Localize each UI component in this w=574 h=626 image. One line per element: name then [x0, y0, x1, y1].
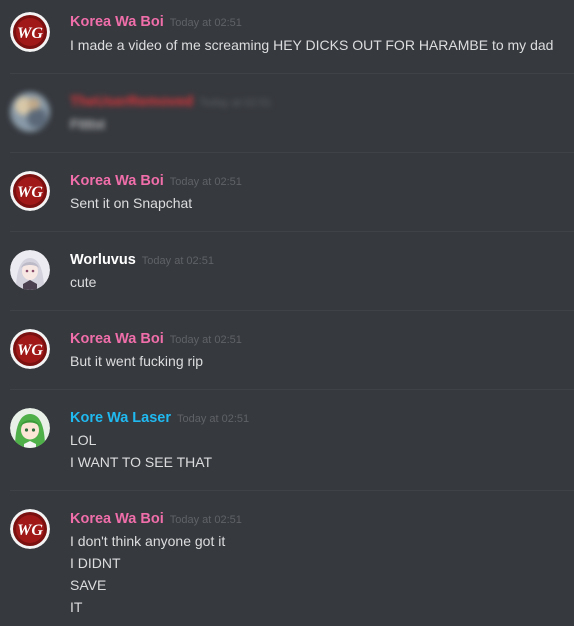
message-group: Worluvus Today at 02:51 cute: [0, 232, 574, 311]
wg-logo-icon: WG: [10, 171, 50, 211]
timestamp: Today at 02:51: [169, 176, 242, 188]
timestamp: Today at 02:51: [169, 17, 242, 29]
message-group: WG Korea Wa Boi Today at 02:51 I don't th…: [0, 491, 574, 626]
avatar[interactable]: WG: [10, 12, 50, 52]
avatar[interactable]: [10, 408, 50, 448]
message-text: LOL: [70, 432, 97, 448]
message-text: cute: [70, 274, 97, 290]
message-text: I don't think anyone got it: [70, 533, 226, 549]
chat-messages-area[interactable]: WG Korea Wa Boi Today at 02:51 I made a v…: [0, 0, 574, 626]
username[interactable]: Worluvus: [70, 252, 136, 268]
wg-logo-icon: WG: [10, 509, 50, 549]
message-text: Sent it on Snapchat: [70, 195, 193, 211]
message-group: TheUserRemoved Today at 02:51 Fttttst: [0, 74, 574, 153]
message-text: But it went fucking rip: [70, 353, 204, 369]
avatar[interactable]: WG: [10, 329, 50, 369]
message-text: IT: [70, 599, 83, 615]
anime-girl-white-hair-icon: [10, 250, 50, 290]
timestamp: Today at 02:51: [177, 413, 250, 425]
svg-text:WG: WG: [17, 25, 43, 42]
avatar[interactable]: [10, 92, 50, 132]
timestamp: Today at 02:51: [169, 514, 242, 526]
message-text: SAVE: [70, 577, 107, 593]
avatar[interactable]: [10, 250, 50, 290]
username[interactable]: Korea Wa Boi: [70, 511, 164, 527]
anime-girl-green-hair-icon: [10, 408, 50, 448]
message-group: WG Korea Wa Boi Today at 02:51 I made a v…: [0, 0, 574, 74]
wg-logo-icon: WG: [10, 12, 50, 52]
timestamp: Today at 02:51: [199, 97, 272, 109]
message-text: I made a video of me screaming HEY DICKS…: [70, 37, 554, 53]
svg-text:WG: WG: [17, 342, 43, 359]
username[interactable]: Kore Wa Laser: [70, 410, 171, 426]
message-group: WG Korea Wa Boi Today at 02:51 But it wen…: [0, 311, 574, 390]
username[interactable]: Korea Wa Boi: [70, 331, 164, 347]
avatar[interactable]: WG: [10, 509, 50, 549]
svg-text:WG: WG: [17, 184, 43, 201]
message-text: I WANT TO SEE THAT: [70, 454, 213, 470]
message-group: WG Korea Wa Boi Today at 02:51 Sent it on…: [0, 153, 574, 232]
avatar[interactable]: WG: [10, 171, 50, 211]
message-text: I DIDNT: [70, 555, 121, 571]
message-group: Kore Wa Laser Today at 02:51 LOL I WANT T…: [0, 390, 574, 491]
message-text: Fttttst: [70, 116, 105, 132]
blurred-avatar-icon: [10, 92, 50, 132]
username[interactable]: Korea Wa Boi: [70, 14, 164, 30]
svg-text:WG: WG: [17, 522, 43, 539]
username[interactable]: TheUserRemoved: [70, 94, 193, 110]
username[interactable]: Korea Wa Boi: [70, 173, 164, 189]
timestamp: Today at 02:51: [169, 334, 242, 346]
wg-logo-icon: WG: [10, 329, 50, 369]
timestamp: Today at 02:51: [141, 255, 214, 267]
